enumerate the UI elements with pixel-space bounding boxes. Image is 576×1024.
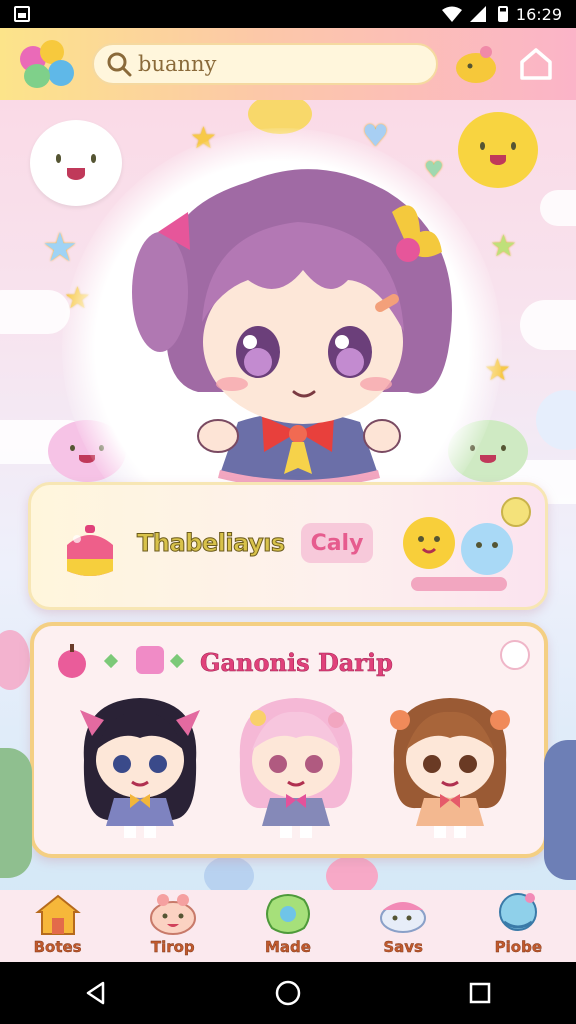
app-screen: ★ ★ ★ ★ ★ ♥ ♥ <box>0 0 576 1024</box>
puzzle-icon <box>265 894 310 934</box>
ghost-face-decoration <box>30 120 122 206</box>
background-cloud <box>520 300 576 350</box>
group-title: Ganonis Darip <box>200 648 393 678</box>
status-bar: 16:29 <box>0 0 576 28</box>
nav-item-tirop[interactable]: Tirop <box>125 888 221 956</box>
recents-button[interactable] <box>466 979 494 1007</box>
pet-face-icon <box>149 894 196 935</box>
profile-name: Thabeliayıs <box>137 529 286 558</box>
star-icon: ★ <box>490 229 517 264</box>
whale-icon <box>380 902 427 933</box>
bunny-face-decoration <box>536 390 576 450</box>
star-icon: ★ <box>42 225 78 271</box>
signal-icon <box>469 6 486 22</box>
partial-character-left <box>0 748 32 878</box>
search-input[interactable]: buanny <box>92 43 438 85</box>
sun-and-cloud-sticker-icon <box>403 517 513 591</box>
nav-label: Made <box>264 938 311 956</box>
friend-character-black-hair[interactable] <box>70 690 210 840</box>
gallery-notification-icon <box>14 6 30 22</box>
friend-character-pink-hair[interactable] <box>226 690 366 840</box>
chick-mascot-button[interactable] <box>454 42 498 86</box>
friends-group-card[interactable]: Ganonis Darip <box>30 622 548 858</box>
sun-face-decoration <box>458 112 538 188</box>
home-system-button[interactable] <box>274 979 302 1007</box>
status-time: 16:29 <box>515 4 562 24</box>
nav-label: Tirop <box>150 938 195 956</box>
partial-character-right <box>544 740 576 880</box>
top-app-bar: buanny <box>0 28 576 100</box>
main-chibi-character[interactable] <box>128 152 468 522</box>
house-outline-icon <box>520 48 552 80</box>
profile-card[interactable]: Thabeliayıs Caly <box>28 482 548 610</box>
friend-character-brown-hair[interactable] <box>380 690 520 840</box>
nav-label: Piobe <box>494 938 543 956</box>
recents-square-icon <box>469 982 491 1004</box>
nav-item-piobe[interactable]: Piobe <box>470 888 566 956</box>
nav-item-savs[interactable]: Savs <box>355 888 451 956</box>
background-cloud <box>540 190 576 226</box>
lunchbox-icon <box>67 525 113 576</box>
nav-item-made[interactable]: Made <box>240 888 336 956</box>
background-cloud <box>0 290 70 334</box>
apple-and-sticker-icons <box>58 644 185 678</box>
balloon-icon <box>499 893 538 931</box>
back-triangle-icon <box>86 981 105 1005</box>
home-button[interactable] <box>514 42 558 86</box>
bottom-navigation: Botes Tirop Made Savs Piobe <box>0 890 576 962</box>
pink-blob-decoration <box>0 630 30 690</box>
back-button[interactable] <box>82 979 110 1007</box>
card-info-button[interactable] <box>501 497 531 527</box>
home-circle-icon <box>275 980 301 1006</box>
profile-tag-badge[interactable]: Caly <box>301 523 373 563</box>
search-query-text: buanny <box>138 52 217 76</box>
battery-icon <box>497 6 508 22</box>
home-icon <box>34 894 81 935</box>
card-options-button[interactable] <box>500 640 530 670</box>
nav-label: Savs <box>383 938 423 956</box>
search-icon <box>107 52 132 77</box>
wifi-icon <box>441 6 462 22</box>
nav-item-botes[interactable]: Botes <box>10 888 106 956</box>
system-navigation-bar <box>0 962 576 1024</box>
nav-label: Botes <box>33 938 82 956</box>
chick-icon <box>456 46 496 83</box>
app-logo-icon[interactable] <box>18 38 76 90</box>
